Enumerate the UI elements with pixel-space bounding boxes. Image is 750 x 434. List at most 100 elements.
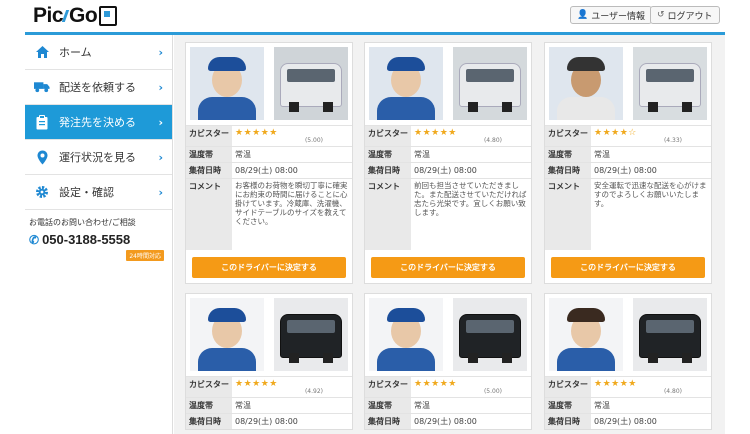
vehicle-photo (633, 47, 707, 120)
comment-label: コメント (186, 178, 232, 250)
datetime-value: 08/29(土) 08:00 (411, 413, 531, 429)
datetime-label: 集荷日時 (545, 413, 591, 429)
driver-photo (190, 298, 264, 371)
datetime-label: 集荷日時 (365, 162, 411, 179)
rating-label: カビスター (186, 125, 232, 147)
temp-label: 温度帯 (545, 397, 591, 414)
rating-score: (5.00) (483, 388, 502, 395)
temp-label: 温度帯 (365, 397, 411, 414)
temp-label: 温度帯 (186, 397, 232, 414)
phone-text: 050-3188-5558 (42, 232, 131, 247)
temp-label: 温度帯 (365, 146, 411, 163)
sidebar-item-request-delivery[interactable]: 配送を依頼する › (25, 70, 172, 105)
user-icon: 👤 (577, 10, 589, 20)
datetime-label: 集荷日時 (186, 162, 232, 179)
rating-label: カビスター (186, 376, 232, 398)
logout-label: ログアウト (667, 11, 713, 22)
driver-card: カビスター ★★★★★ (5.00) 温度帯 常温 集荷日時 08/29(土) 08:0… (185, 42, 353, 284)
datetime-value: 08/29(土) 08:00 (411, 162, 531, 179)
temp-value: 常温 (411, 397, 531, 414)
vehicle-photo (453, 298, 527, 371)
rating-label: カビスター (365, 125, 411, 147)
temp-value: 常温 (591, 146, 711, 163)
home-icon (34, 44, 50, 60)
user-info-label: ユーザー情報 (591, 11, 646, 22)
phone-number[interactable]: ✆ 050-3188-5558 (29, 232, 172, 247)
rating-label: カビスター (545, 376, 591, 398)
temp-value: 常温 (591, 397, 711, 414)
sidebar-item-label: 設定・確認 (59, 186, 114, 199)
chevron-right-icon: › (158, 186, 163, 199)
truck-icon (34, 79, 50, 95)
datetime-value: 08/29(土) 08:00 (591, 413, 711, 429)
rating-label: カビスター (545, 125, 591, 147)
sidebar: ホーム › 配送を依頼する › 発注先を決める › 運行状況を見る › 設定・確… (25, 35, 173, 434)
rating-score: (4.80) (483, 137, 502, 144)
datetime-value: 08/29(土) 08:00 (591, 162, 711, 179)
sidebar-item-tracking[interactable]: 運行状況を見る › (25, 140, 172, 175)
datetime-label: 集荷日時 (186, 413, 232, 429)
temp-label: 温度帯 (186, 146, 232, 163)
driver-card: カビスター ★★★★★ (4.80) 温度帯 常温 集荷日時 08/29(土) 08:0… (544, 293, 712, 430)
support-hours-badge: 24時間対応 (126, 250, 164, 261)
temp-value: 常温 (411, 146, 531, 163)
datetime-label: 集荷日時 (365, 413, 411, 429)
rating-score: (4.92) (304, 388, 323, 395)
comment-label: コメント (365, 178, 411, 250)
driver-photo (190, 47, 264, 120)
comment-label: コメント (545, 178, 591, 250)
temp-value: 常温 (232, 397, 352, 414)
vehicle-photo (453, 47, 527, 120)
logo-text-part2: Go (69, 4, 98, 27)
logo-text-part1: Pic (33, 4, 64, 27)
clipboard-icon (34, 114, 50, 130)
datetime-value: 08/29(土) 08:00 (232, 413, 352, 429)
picgo-logo[interactable]: Pic Go (33, 3, 118, 29)
datetime-label: 集荷日時 (545, 162, 591, 179)
driver-photo (369, 298, 443, 371)
comment-text: 前回も担当させていただきました。また配送させていただければ志たら光栄です。宜しく… (414, 181, 527, 217)
rating-score: (4.33) (663, 137, 682, 144)
chevron-right-icon: › (158, 81, 163, 94)
logout-icon: ↺ (657, 10, 665, 20)
driver-list: カビスター ★★★★★ (5.00) 温度帯 常温 集荷日時 08/29(土) 08:0… (174, 35, 725, 434)
driver-photo (549, 298, 623, 371)
rating-score: (4.80) (663, 388, 682, 395)
select-driver-button[interactable]: このドライバーに決定する (371, 257, 525, 278)
driver-card: カビスター ★★★★★ (4.80) 温度帯 常温 集荷日時 08/29(土) 08:0… (364, 42, 532, 284)
sidebar-item-label: 運行状況を見る (59, 151, 136, 164)
contact-label: お電話のお問い合わせ/ご相談 (29, 218, 136, 227)
logo-truck-icon (99, 6, 118, 26)
sidebar-item-settings[interactable]: 設定・確認 › (25, 175, 172, 210)
chevron-right-icon: › (158, 151, 163, 164)
sidebar-item-label: 配送を依頼する (59, 81, 136, 94)
user-info-button[interactable]: 👤 ユーザー情報 (570, 6, 653, 24)
chevron-right-icon: › (158, 116, 163, 129)
gear-icon (34, 184, 50, 200)
driver-card: カビスター ★★★★☆ (4.33) 温度帯 常温 集荷日時 08/29(土) 08:0… (544, 42, 712, 284)
select-driver-button[interactable]: このドライバーに決定する (551, 257, 705, 278)
vehicle-photo (633, 298, 707, 371)
sidebar-item-home[interactable]: ホーム › (25, 35, 172, 70)
vehicle-photo (274, 47, 348, 120)
datetime-value: 08/29(土) 08:00 (232, 162, 352, 179)
chevron-right-icon: › (158, 46, 163, 59)
driver-photo (549, 47, 623, 120)
phone-icon: ✆ (29, 232, 40, 247)
temp-label: 温度帯 (545, 146, 591, 163)
vehicle-photo (274, 298, 348, 371)
sidebar-item-label: 発注先を決める (59, 116, 136, 129)
top-header: Pic Go 👤 ユーザー情報 ↺ ログアウト (0, 0, 750, 33)
select-driver-button[interactable]: このドライバーに決定する (192, 257, 346, 278)
rating-score: (5.00) (304, 137, 323, 144)
sidebar-item-label: ホーム (59, 46, 92, 59)
driver-card: カビスター ★★★★★ (5.00) 温度帯 常温 集荷日時 08/29(土) 08:0… (364, 293, 532, 430)
sidebar-item-select-driver[interactable]: 発注先を決める › (25, 105, 172, 140)
logout-button[interactable]: ↺ ログアウト (650, 6, 720, 24)
comment-text: 安全運転で迅速な配送を心がけますのでよろしくお願いいたします。 (594, 181, 707, 208)
comment-text: お客様のお荷物を瞬切丁寧に確実にお約束の時間に届けることに心掛けています。冷蔵庫… (235, 181, 348, 226)
temp-value: 常温 (232, 146, 352, 163)
location-pin-icon (34, 149, 50, 165)
rating-label: カビスター (365, 376, 411, 398)
driver-photo (369, 47, 443, 120)
